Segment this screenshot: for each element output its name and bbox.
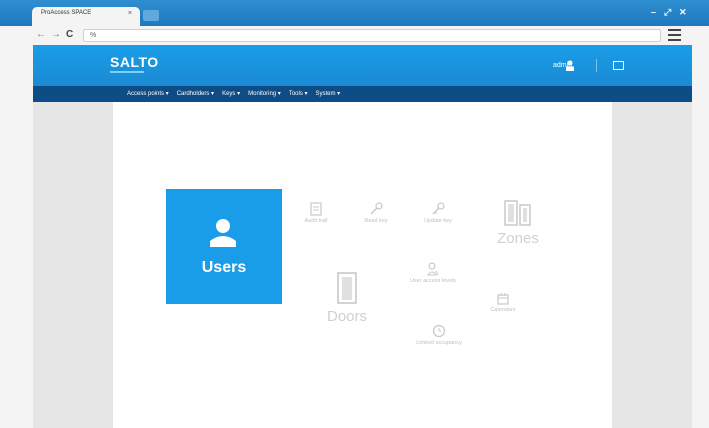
tab-title: ProAccess SPACE	[41, 10, 92, 16]
audit-icon	[310, 202, 322, 216]
user-icon[interactable]	[566, 60, 574, 71]
audit-trail-label: Audit trail	[304, 218, 328, 224]
doors-tile[interactable]: Doors	[318, 272, 376, 325]
user-icon	[210, 219, 236, 247]
read-key-label: Read key	[364, 218, 388, 224]
app-header: SALTO admin	[33, 45, 692, 86]
close-button[interactable]: ✕	[679, 7, 687, 18]
audit-trail-tile[interactable]: Audit trail	[296, 202, 336, 225]
reload-button[interactable]: C	[66, 29, 73, 40]
zones-label: Zones	[497, 230, 539, 247]
update-key-tile[interactable]: Update key	[416, 202, 460, 225]
tab-close-button[interactable]: ×	[128, 10, 132, 17]
nav-tools[interactable]: Tools ▾	[289, 90, 308, 97]
zones-icon	[504, 200, 531, 226]
forward-button[interactable]: →	[51, 29, 61, 40]
header-separator	[596, 59, 597, 72]
browser-tab[interactable]: ProAccess SPACE ×	[32, 7, 140, 26]
zones-tile[interactable]: Zones	[488, 200, 548, 247]
doors-label: Doors	[326, 308, 367, 325]
users-tile[interactable]: Users	[166, 189, 282, 304]
limited-occupancy-tile[interactable]: Limited occupancy	[414, 324, 464, 347]
user-access-levels-tile[interactable]: User access levels	[410, 262, 456, 285]
nav-access-points[interactable]: Access points ▾	[127, 90, 169, 97]
maximize-button[interactable]: ⤢	[664, 7, 671, 18]
logo-underline	[110, 71, 144, 73]
main-navbar: Access points ▾ Cardholders ▾ Keys ▾ Mon…	[33, 86, 692, 102]
clock-icon	[432, 324, 446, 338]
menu-icon[interactable]	[668, 29, 681, 41]
update-key-icon	[432, 202, 445, 215]
new-tab-button[interactable]	[143, 10, 159, 21]
minimize-button[interactable]: –	[651, 7, 656, 17]
logout-icon[interactable]	[613, 61, 624, 70]
users-label: Users	[201, 259, 247, 276]
access-level-icon	[427, 262, 439, 276]
frame-left	[0, 26, 33, 428]
nav-keys[interactable]: Keys ▾	[222, 90, 240, 97]
calendars-tile[interactable]: Calendars	[480, 293, 526, 314]
right-gutter	[612, 102, 692, 428]
limited-occupancy-label: Limited occupancy	[416, 340, 462, 346]
read-key-icon	[370, 202, 383, 215]
read-key-tile[interactable]: Read key	[354, 202, 398, 225]
update-key-label: Update key	[424, 218, 452, 224]
browser-titlebar: ProAccess SPACE × – ⤢ ✕	[0, 0, 709, 26]
nav-system[interactable]: System ▾	[316, 90, 341, 97]
calendars-label: Calendars	[490, 307, 516, 313]
calendar-icon	[497, 293, 509, 305]
salto-logo: SALTO	[110, 54, 159, 70]
address-bar[interactable]: %	[83, 29, 661, 42]
left-gutter	[33, 102, 113, 428]
user-access-levels-label: User access levels	[410, 278, 456, 284]
browser-toolbar: ← → C %	[0, 26, 709, 45]
frame-right	[692, 26, 709, 428]
back-button[interactable]: ←	[36, 29, 46, 40]
nav-cardholders[interactable]: Cardholders ▾	[177, 90, 214, 97]
nav-monitoring[interactable]: Monitoring ▾	[248, 90, 281, 97]
door-icon	[337, 272, 357, 304]
